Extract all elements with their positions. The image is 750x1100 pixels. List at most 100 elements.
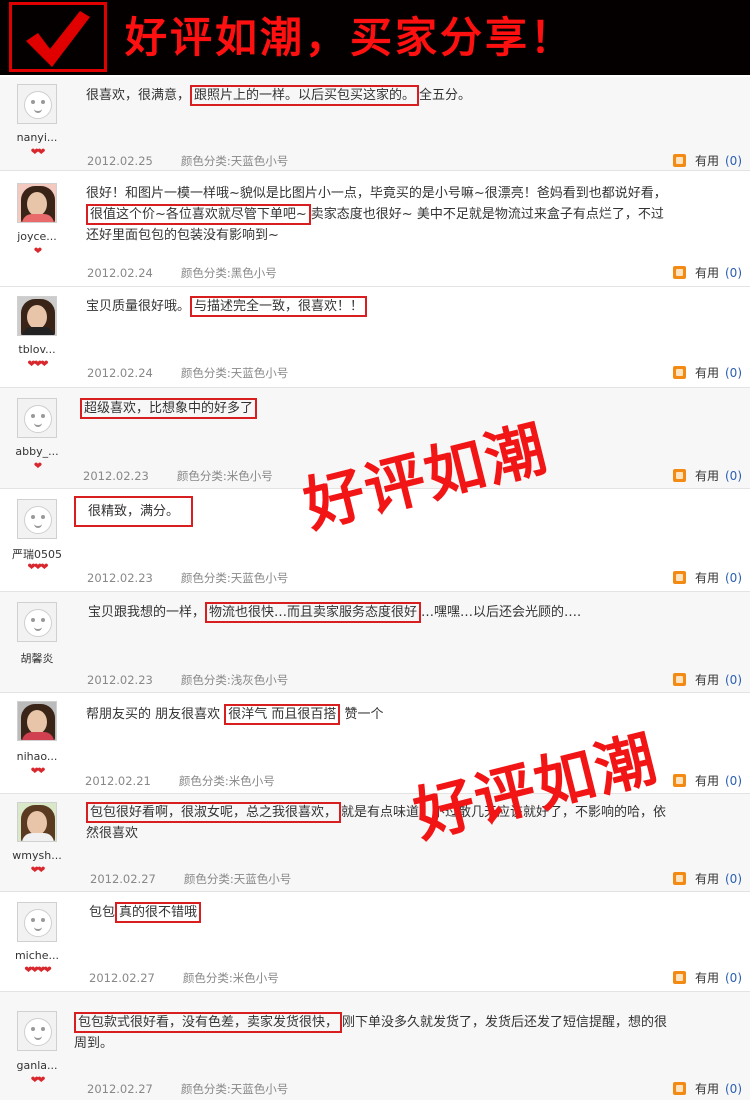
review-meta: 2012.02.27 颜色分类:天蓝色小号 [87,1081,288,1097]
review-meta: 2012.02.21 颜色分类:米色小号 [85,773,275,789]
avatar[interactable] [17,1011,57,1051]
useful-icon [672,366,686,379]
useful-button[interactable]: 有用 (0) [672,467,742,484]
review-text: 宝贝质量很好哦。 与描述完全一致，很喜欢！！ [86,296,676,317]
avatar[interactable] [17,84,57,124]
useful-count: (0) [725,971,742,985]
highlight-box: 超级喜欢，比想象中的好多了 [80,398,258,419]
useful-button[interactable]: 有用 (0) [672,969,742,986]
useful-count: (0) [725,366,742,380]
check-icon [26,11,90,67]
avatar[interactable] [17,183,57,223]
rating-hearts: ❤❤❤ [27,359,48,370]
review-date: 2012.02.25 [87,154,153,168]
review-date: 2012.02.27 [87,1082,153,1096]
useful-icon [672,872,686,885]
useful-button[interactable]: 有用 (0) [672,1080,742,1097]
color-category: 颜色分类:浅灰色小号 [180,673,289,687]
review-row: ganla... ❤❤ 包包款式很好看，没有色差，卖家发货很快， 刚下单没多久就发… [0,992,750,1100]
color-category: 颜色分类:米色小号 [176,469,273,483]
useful-icon [672,673,686,686]
highlight-box: 跟照片上的一样。以后买包买这家的。 [190,85,420,106]
reviewer-name[interactable]: 胡馨炎 [0,650,74,666]
review-text: 很喜欢，很满意， 跟照片上的一样。以后买包买这家的。 全五分。 [86,85,676,106]
useful-button[interactable]: 有用 (0) [672,152,742,169]
review-row: nanyi... ❤❤ 很喜欢，很满意， 跟照片上的一样。以后买包买这家的。 全五分… [0,77,750,171]
review-date: 2012.02.27 [90,872,156,886]
review-date: 2012.02.23 [87,673,153,687]
review-meta: 2012.02.23 颜色分类:天蓝色小号 [87,570,288,586]
color-category: 颜色分类:天蓝色小号 [183,872,292,886]
reviewer-name[interactable]: miche... [0,949,74,962]
color-category: 颜色分类:黑色小号 [180,266,277,280]
color-category: 颜色分类:天蓝色小号 [180,1082,289,1096]
review-row: wmysh... ❤❤ 包包很好看啊，很淑女呢，总之我很喜欢， 就是有点味道，不过… [0,794,750,892]
useful-count: (0) [725,154,742,168]
highlight-box: 物流也很快…而且卖家服务态度很好 [205,602,422,623]
reviewer-name[interactable]: joyce... [0,230,74,243]
reviewer-name[interactable]: wmysh... [0,849,74,862]
rating-hearts: ❤❤❤ [27,562,48,573]
avatar[interactable] [17,296,57,336]
review-date: 2012.02.27 [89,971,155,985]
useful-icon [672,154,686,167]
avatar[interactable] [17,701,57,741]
useful-button[interactable]: 有用 (0) [672,264,742,281]
review-text: 宝贝跟我想的一样， 物流也很快…而且卖家服务态度很好 …嘿嘿…以后还会光顾的…. [88,602,678,623]
highlight-box: 真的很不错哦 [115,902,202,923]
review-text: 包包 真的很不错哦 [89,902,679,923]
review-date: 2012.02.23 [87,571,153,585]
check-badge [9,2,107,72]
rating-hearts: ❤❤ [30,1075,46,1086]
useful-button[interactable]: 有用 (0) [672,772,742,789]
color-category: 颜色分类:天蓝色小号 [180,571,289,585]
rating-hearts: ❤❤ [30,865,46,876]
avatar[interactable] [17,398,57,438]
review-meta: 2012.02.23 颜色分类:浅灰色小号 [87,672,288,688]
reviewer-name[interactable]: nanyi... [0,131,74,144]
color-category: 颜色分类:米色小号 [178,774,275,788]
rating-hearts: ❤ [33,246,42,257]
useful-button[interactable]: 有用 (0) [672,569,742,586]
reviewer-name[interactable]: tblov... [0,343,74,356]
useful-button[interactable]: 有用 (0) [672,870,742,887]
useful-count: (0) [725,673,742,687]
review-meta: 2012.02.27 颜色分类:天蓝色小号 [90,871,291,887]
useful-icon [672,571,686,584]
review-date: 2012.02.23 [83,469,149,483]
header-banner: 好评如潮，买家分享！ [0,0,750,75]
highlight-box: 与描述完全一致，很喜欢！！ [190,296,368,317]
color-category: 颜色分类:天蓝色小号 [180,366,289,380]
review-date: 2012.02.24 [87,366,153,380]
useful-icon [672,774,686,787]
highlight-box: 很精致，满分。 [74,496,194,527]
useful-icon [672,469,686,482]
review-text: 超级喜欢，比想象中的好多了 [80,398,670,419]
color-category: 颜色分类:米色小号 [182,971,279,985]
useful-icon [672,266,686,279]
useful-button[interactable]: 有用 (0) [672,671,742,688]
rating-hearts: ❤❤ [30,766,46,777]
rating-hearts: ❤ [33,461,42,472]
avatar[interactable] [17,602,57,642]
review-meta: 2012.02.24 颜色分类:黑色小号 [87,265,277,281]
review-meta: 2012.02.24 颜色分类:天蓝色小号 [87,365,288,381]
avatar[interactable] [17,499,57,539]
review-meta: 2012.02.25 颜色分类:天蓝色小号 [87,153,288,169]
review-row: miche... ❤❤❤❤ 包包 真的很不错哦 2012.02.27 颜色分类:米色… [0,892,750,992]
useful-button[interactable]: 有用 (0) [672,364,742,381]
rating-hearts: ❤❤ [30,147,46,158]
review-row: tblov... ❤❤❤ 宝贝质量很好哦。 与描述完全一致，很喜欢！！ 2012.… [0,287,750,388]
useful-count: (0) [725,1082,742,1096]
reviewer-name[interactable]: 严瑞0505 [0,546,74,562]
useful-count: (0) [725,774,742,788]
reviewer-name[interactable]: abby_... [0,445,74,458]
review-meta: 2012.02.27 颜色分类:米色小号 [89,970,279,986]
avatar[interactable] [17,802,57,842]
review-text: 很好！和图片一模一样哦~貌似是比图片小一点，毕竟买的是小号嘛~很漂亮！爸妈看到也… [86,186,667,243]
avatar[interactable] [17,902,57,942]
useful-count: (0) [725,571,742,585]
reviewer-name[interactable]: nihao... [0,750,74,763]
review-text: 帮朋友买的 朋友很喜欢 很洋气 而且很百搭 赞一个 [86,704,676,725]
reviewer-name[interactable]: ganla... [0,1059,74,1072]
